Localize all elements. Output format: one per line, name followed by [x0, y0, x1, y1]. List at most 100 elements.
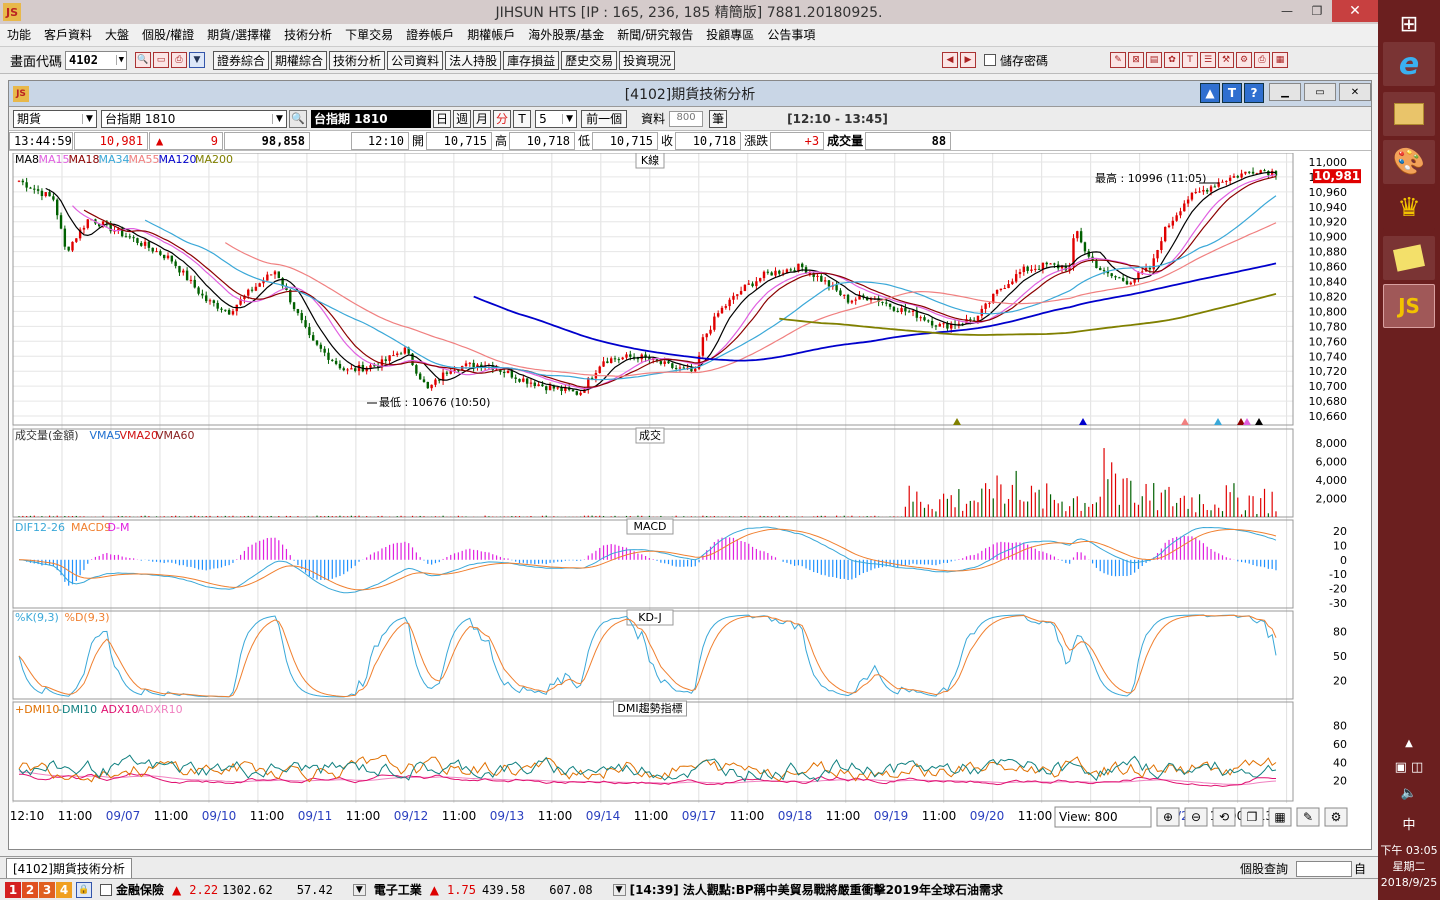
menu-item-3[interactable]: 個股/權證	[135, 26, 200, 43]
menu-item-4[interactable]: 期貨/選擇權	[200, 26, 277, 43]
tray-time[interactable]: 下午 03:05	[1378, 842, 1440, 858]
child-restore-button[interactable]: ▭	[1304, 83, 1336, 101]
ime-indicator[interactable]: 中	[1378, 814, 1440, 833]
k-legend-item: MA120	[159, 153, 197, 166]
x-tick: 09/11	[298, 809, 333, 823]
minutes-select[interactable]: 5 ▼	[535, 109, 578, 128]
windows-start-icon[interactable]: ⊞	[1383, 2, 1435, 46]
notes-icon[interactable]	[1383, 236, 1435, 280]
maximize-button[interactable]: ❐	[1302, 0, 1332, 22]
candle-body	[1240, 173, 1243, 178]
menu-item-11[interactable]: 投顧專區	[699, 26, 760, 43]
ie-icon[interactable]: e	[1383, 42, 1435, 86]
close-label: 收	[661, 134, 674, 148]
period-button-3[interactable]: 分	[493, 109, 512, 128]
quick-page-4[interactable]: 4	[56, 881, 72, 898]
paint-icon[interactable]: 🎨	[1383, 140, 1435, 184]
text-toggle-icon[interactable]: T	[1222, 83, 1242, 103]
save-password-checkbox[interactable]	[983, 54, 996, 66]
screen-code-input[interactable]: 4102 ▼	[65, 50, 128, 70]
menu-item-2[interactable]: 大盤	[98, 26, 135, 43]
help-icon[interactable]: ?	[1244, 83, 1264, 103]
k-ytick: 10,780	[1309, 320, 1348, 333]
tile-icon[interactable]: ▤	[1146, 52, 1162, 68]
toolbar-button-5[interactable]: 庫存損益	[503, 50, 560, 70]
menu-item-10[interactable]: 新聞/研究報告	[610, 26, 699, 43]
k-ytick: 10,900	[1309, 231, 1348, 244]
candle-body	[334, 360, 338, 364]
menu-item-9[interactable]: 海外股票/基金	[521, 26, 610, 43]
search-icon[interactable]: 🔍	[289, 109, 307, 128]
last-price-tag: 10,981	[1314, 169, 1360, 183]
candle-body	[1209, 186, 1213, 192]
chevron-down-icon[interactable]: ▼	[115, 55, 126, 65]
print-icon[interactable]: ⎙	[171, 52, 188, 68]
layout-icon[interactable]: ▦	[1272, 52, 1288, 68]
toolbar-button-0[interactable]: 證券綜合	[213, 50, 270, 70]
jihsun-app-icon[interactable]: JS	[1383, 284, 1435, 328]
period-button-2[interactable]: 月	[473, 109, 492, 128]
close-button[interactable]: ✕	[1332, 0, 1378, 22]
menu-item-1[interactable]: 客戶資料	[37, 26, 98, 43]
menu-item-8[interactable]: 期權帳戶	[460, 26, 521, 43]
color-icon[interactable]: ✿	[1164, 52, 1180, 68]
chevron-down-icon[interactable]: ▼	[352, 883, 366, 896]
quick-page-1[interactable]: 1	[5, 881, 21, 898]
minimize-button[interactable]: —	[1272, 0, 1302, 22]
close-all-icon[interactable]: ⊠	[1128, 52, 1144, 68]
child-minimize-button[interactable]: ▁	[1269, 83, 1301, 101]
child-close-button[interactable]: ✕	[1339, 83, 1371, 101]
status-checkbox[interactable]	[100, 883, 112, 896]
mdi-tab[interactable]: [4102]期貨技術分析	[6, 857, 132, 878]
tray-expand-icon[interactable]: ▲	[1378, 738, 1440, 749]
crown-icon[interactable]: ♛	[1383, 186, 1435, 230]
tools-icon[interactable]: ⚒	[1218, 52, 1234, 68]
period-button-4[interactable]: T	[513, 109, 532, 128]
candle-body	[506, 370, 510, 374]
window-icon[interactable]: ▭	[153, 52, 170, 68]
k-ytick: 10,860	[1309, 261, 1348, 274]
menu-item-0[interactable]: 功能	[0, 26, 37, 43]
candle-body	[1194, 191, 1197, 193]
data-count-input[interactable]: 800	[669, 110, 704, 127]
stock-query-input[interactable]	[1296, 860, 1353, 877]
window-list-icon[interactable]: ☰	[1200, 52, 1216, 68]
news-ticker[interactable]: [14:39] 法人觀點:BP稱中美貿易戰將嚴重衝擊2019年全球石油需求	[630, 881, 1004, 898]
settings-icon[interactable]: ⚙	[1236, 52, 1252, 68]
period-button-1[interactable]: 週	[453, 109, 472, 128]
prev-symbol-button[interactable]: 前一個	[581, 109, 628, 128]
edit-icon[interactable]: ✎	[1110, 52, 1126, 68]
arrow-right-icon[interactable]: ▶	[959, 52, 976, 68]
unit-button[interactable]: 筆	[709, 109, 728, 128]
toolbar-button-2[interactable]: 技術分析	[329, 50, 386, 70]
chevron-down-icon[interactable]: ▼	[612, 883, 626, 896]
menu-item-7[interactable]: 證券帳戶	[399, 26, 460, 43]
text-icon[interactable]: T	[1182, 52, 1198, 68]
toolbar-button-3[interactable]: 公司資料	[387, 50, 444, 70]
search-icon[interactable]: 🔍	[135, 52, 152, 68]
vol-legend-item: 成交量(金額)	[15, 428, 79, 442]
chart-area[interactable]: 11,00010,98010,96010,94010,92010,90010,8…	[9, 153, 1371, 851]
symbol-select[interactable]: 台指期 1810 ▼	[101, 109, 287, 128]
toolbar-button-7[interactable]: 投資現況	[619, 50, 676, 70]
lock-icon[interactable]: 🔒	[76, 881, 92, 898]
candle-body	[25, 182, 28, 188]
toolbar-button-4[interactable]: 法人持股	[445, 50, 502, 70]
toolbar-button-1[interactable]: 期權綜合	[271, 50, 328, 70]
menu-item-6[interactable]: 下單交易	[338, 26, 399, 43]
mdmi-line	[18, 754, 1277, 783]
tray-volume-icon[interactable]: 🔈	[1378, 786, 1440, 801]
printer-icon[interactable]: ⎙	[1254, 52, 1270, 68]
menu-item-12[interactable]: 公告事項	[760, 26, 821, 43]
tray-network-icon[interactable]: ▣ ◫	[1378, 760, 1440, 775]
quick-page-3[interactable]: 3	[39, 881, 55, 898]
dropdown-icon[interactable]: ▼	[189, 52, 206, 68]
arrow-left-icon[interactable]: ◀	[941, 52, 958, 68]
quick-page-2[interactable]: 2	[22, 881, 38, 898]
folder-icon[interactable]	[1383, 92, 1435, 136]
product-type-select[interactable]: 期貨 ▼	[13, 109, 97, 128]
period-button-0[interactable]: 日	[433, 109, 452, 128]
menu-item-5[interactable]: 技術分析	[277, 26, 338, 43]
move-up-icon[interactable]: ▲	[1200, 83, 1220, 103]
toolbar-button-6[interactable]: 歷史交易	[561, 50, 618, 70]
